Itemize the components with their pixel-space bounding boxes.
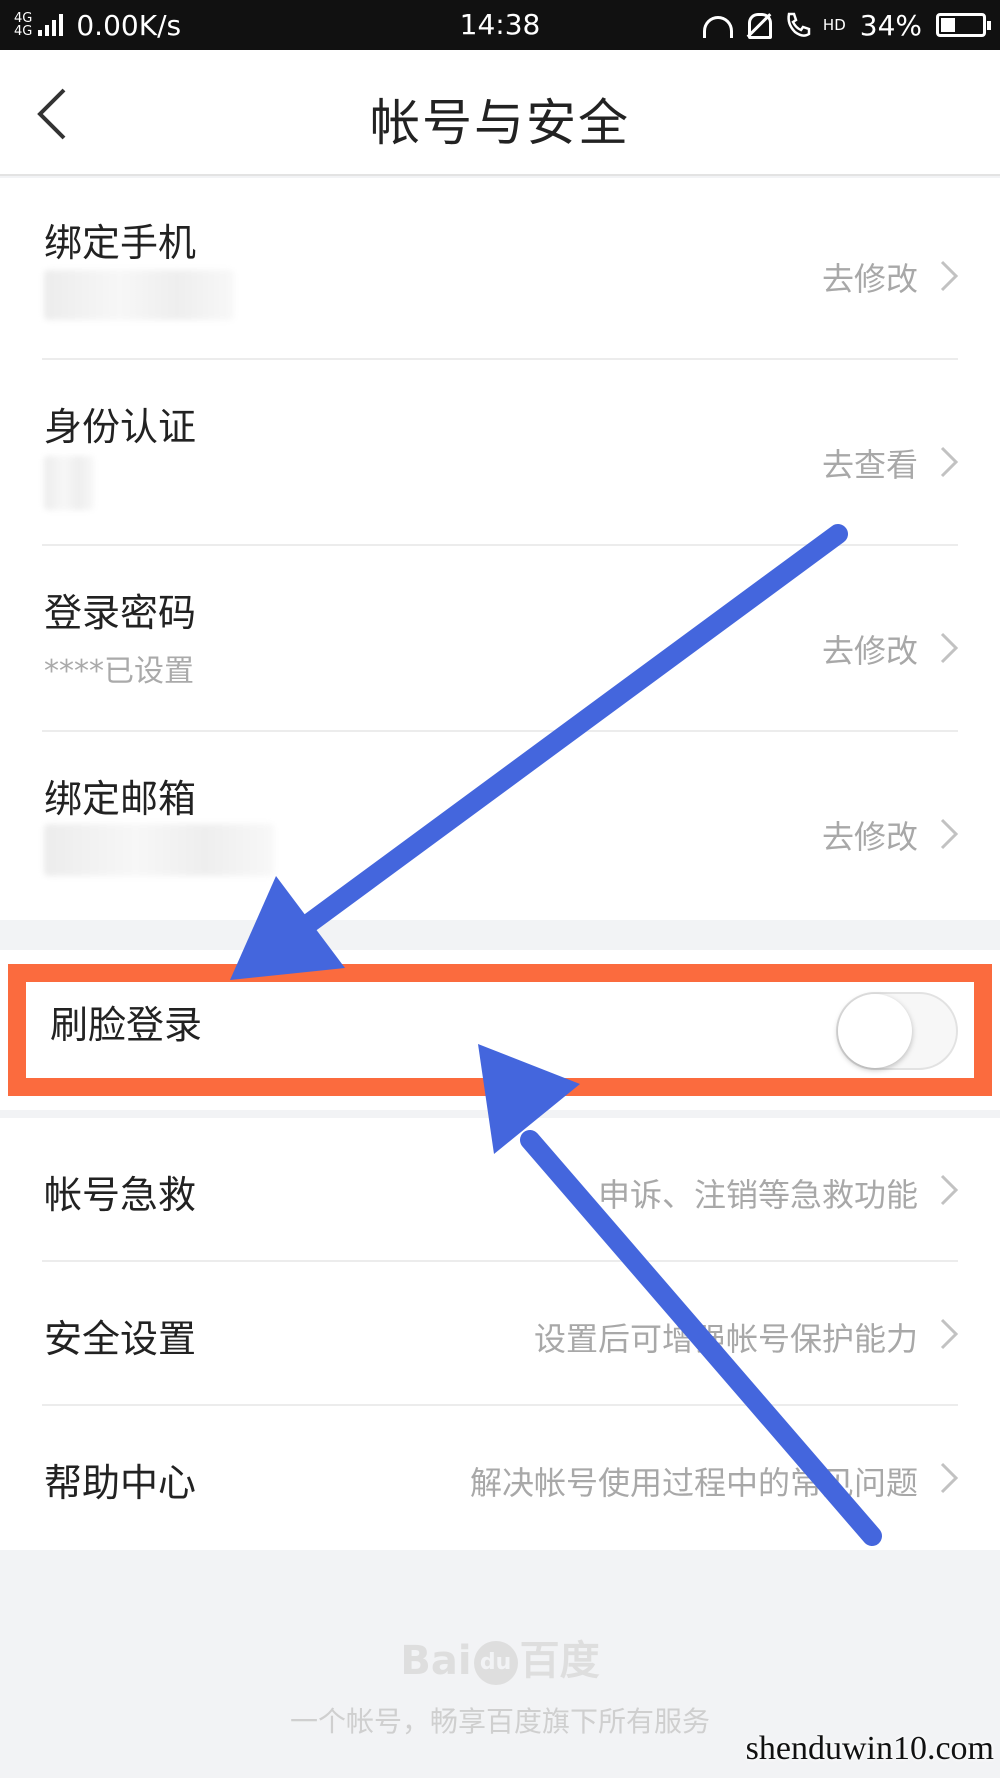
row-bind-phone[interactable]: 绑定手机 去修改 [0,178,1000,360]
row-title: 帐号急救 [44,1173,197,1217]
chevron-right-icon [938,816,960,852]
logo-text-left: Bai [400,1638,472,1684]
account-binding-section: 绑定手机 去修改 身份认证 去查看 登录密码 ****已设置 去修改 绑定邮箱 … [0,178,1000,920]
logo-text-right: 百度 [519,1638,600,1684]
row-title: 帮助中心 [44,1461,197,1505]
row-security-settings[interactable]: 安全设置 设置后可增强帐号保护能力 [0,1262,1000,1406]
masked-email [44,824,274,876]
masked-identity [44,456,94,510]
battery-percent: 34% [859,8,922,42]
row-title: 身份认证 [44,405,197,449]
status-bar: 4G 4G 0.00K/s 14:38 HD 34% [0,0,1000,50]
watermark: shenduwin10.com [745,1730,994,1767]
row-action: 去修改 [821,632,918,670]
account-tools-section: 帐号急救 申诉、注销等急救功能 安全设置 设置后可增强帐号保护能力 帮助中心 解… [0,1118,1000,1550]
mute-bell-icon [743,10,773,40]
battery-icon [936,13,991,37]
chevron-right-icon [938,1172,960,1208]
row-identity[interactable]: 身份认证 去查看 [0,360,1000,546]
row-title: 登录密码 [44,591,197,635]
status-right: HD 34% [702,8,991,42]
paw-icon: du [473,1641,518,1685]
face-login-toggle[interactable] [836,992,958,1070]
row-title: 绑定手机 [44,221,197,265]
row-action: 去修改 [821,260,918,298]
row-account-rescue[interactable]: 帐号急救 申诉、注销等急救功能 [0,1118,1000,1262]
row-title: 安全设置 [44,1317,197,1361]
row-action: 设置后可增强帐号保护能力 [533,1320,918,1358]
toggle-knob [838,994,912,1068]
row-action: 申诉、注销等急救功能 [597,1176,918,1214]
row-subtitle: ****已设置 [44,654,194,689]
chevron-right-icon [938,258,960,294]
row-action: 去查看 [821,446,918,484]
masked-phone [44,270,234,320]
row-bind-email[interactable]: 绑定邮箱 去修改 [0,732,1000,920]
nav-bar: 帐号与安全 [0,50,1000,176]
headset-icon [702,16,733,38]
row-action: 去修改 [821,818,918,856]
phone-hd-icon [783,10,813,40]
chevron-right-icon [938,1460,960,1496]
face-login-title: 刷脸登录 [50,1003,203,1047]
page-title: 帐号与安全 [370,94,630,152]
row-title: 绑定邮箱 [44,777,197,821]
row-login-password[interactable]: 登录密码 ****已设置 去修改 [0,546,1000,732]
hd-label: HD [822,16,846,34]
row-help-center[interactable]: 帮助中心 解决帐号使用过程中的常见问题 [0,1406,1000,1550]
row-action: 解决帐号使用过程中的常见问题 [469,1464,918,1502]
chevron-right-icon [938,1316,960,1352]
chevron-right-icon [938,444,960,480]
baidu-logo: Bai du 百度 [0,1628,1000,1686]
face-login-row: 刷脸登录 [8,964,992,1096]
chevron-right-icon [938,630,960,666]
